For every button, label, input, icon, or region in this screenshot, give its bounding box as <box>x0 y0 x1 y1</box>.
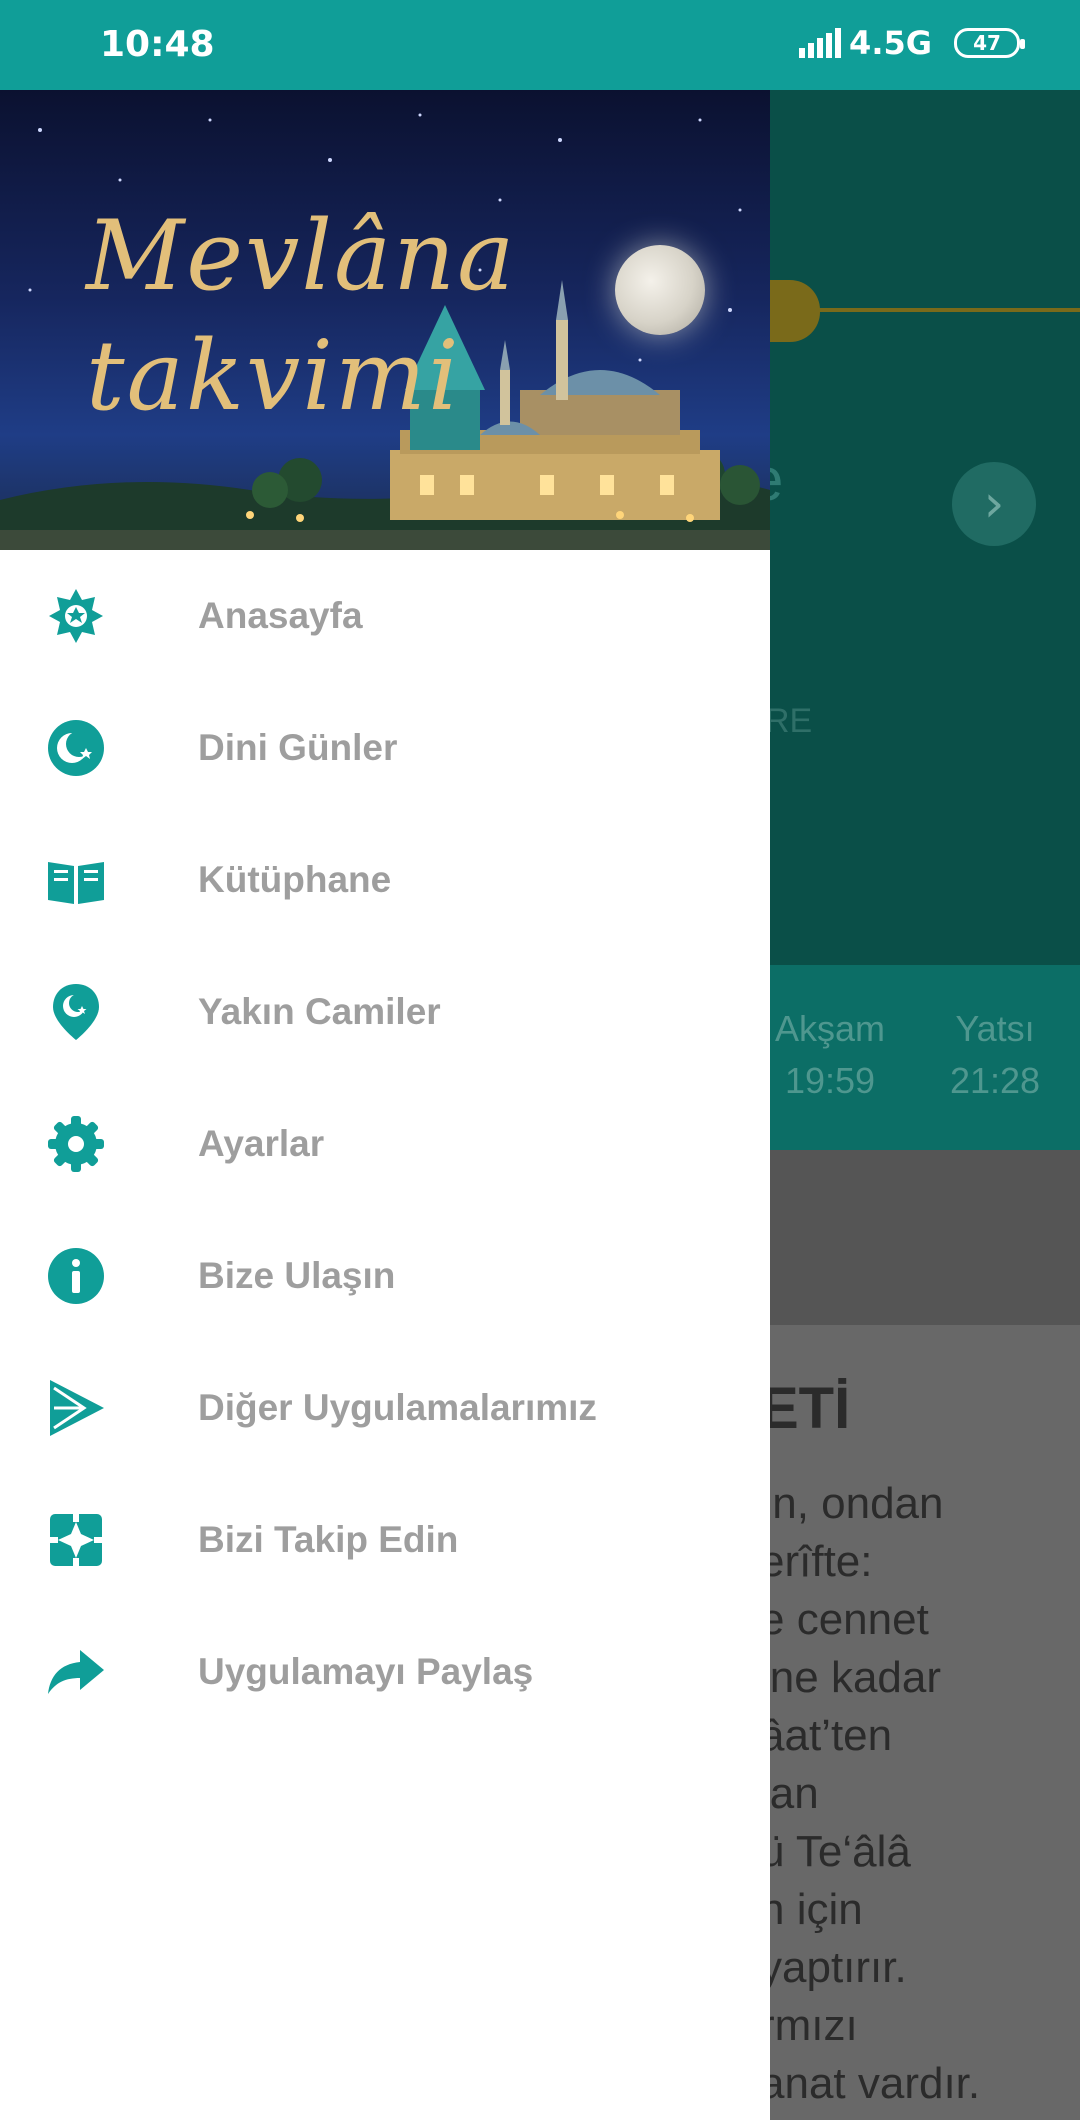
status-indicators: 4.5G 47 <box>799 24 1025 62</box>
article-line: âat’ten <box>760 1711 893 1760</box>
menu-label: Ayarlar <box>198 1123 325 1164</box>
battery-icon: 47 <box>954 28 1025 58</box>
menu-label: Anasayfa <box>198 595 363 636</box>
gear-icon <box>48 1116 104 1172</box>
menu-item-yakin-camiler[interactable]: Yakın Camiler <box>0 946 770 1078</box>
network-type: 4.5G <box>849 24 932 62</box>
menu-label: Bizi Takip Edin <box>198 1519 459 1560</box>
prayer-name: Yatsı <box>955 1008 1035 1049</box>
prayer-time-aksam: Akşam 19:59 <box>760 1003 900 1107</box>
menu-label: Diğer Uygulamalarımız <box>198 1387 597 1428</box>
app-logo-line2: takvimi <box>86 320 461 432</box>
menu-item-anasayfa[interactable]: Anasayfa <box>0 550 770 682</box>
star-ornament-icon <box>49 589 103 643</box>
menu-item-ayarlar[interactable]: Ayarlar <box>0 1078 770 1210</box>
play-store-icon <box>50 1380 104 1436</box>
menu-item-diger-uygulamalar[interactable]: Diğer Uygulamalarımız <box>0 1342 770 1474</box>
menu-item-bize-ulasin[interactable]: Bize Ulaşın <box>0 1210 770 1342</box>
battery-level: 47 <box>973 31 1001 55</box>
menu-label: Dini Günler <box>198 727 398 768</box>
article-title: ETİ <box>760 1376 851 1441</box>
menu-label: Yakın Camiler <box>198 991 441 1032</box>
signal-icon <box>799 28 842 58</box>
prayer-time: 19:59 <box>784 1060 876 1101</box>
menu-item-uygulamayi-paylas[interactable]: Uygulamayı Paylaş <box>0 1606 770 1738</box>
menu-item-bizi-takip-edin[interactable]: Bizi Takip Edin <box>0 1474 770 1606</box>
article-line: rmızı <box>760 2001 858 2050</box>
status-time: 10:48 <box>100 24 215 65</box>
article-line: lan <box>760 1769 819 1818</box>
article-line: ın, ondan <box>760 1479 944 1528</box>
menu-label: Kütüphane <box>198 859 392 900</box>
share-arrow-icon <box>48 1650 104 1694</box>
navigation-drawer: Mevlâna takvimi Anasayfa Dini Günler Küt… <box>0 90 770 2120</box>
menu-item-kutuphane[interactable]: Kütüphane <box>0 814 770 946</box>
article-line: n için <box>760 1885 863 1934</box>
follow-icon <box>50 1514 102 1566</box>
menu-item-dini-gunler[interactable]: Dini Günler <box>0 682 770 814</box>
app-logo-line1: Mevlâna <box>86 200 517 312</box>
drawer-menu: Anasayfa Dini Günler Kütüphane Yakın Cam… <box>0 550 770 1738</box>
menu-label: Bize Ulaşın <box>198 1255 396 1296</box>
location-pin-icon <box>53 984 99 1040</box>
article-line: ine kadar <box>760 1653 942 1702</box>
prayer-name: Akşam <box>774 1008 886 1049</box>
next-arrow-button: › <box>952 462 1036 546</box>
prayer-time-yatsi: Yatsı 21:28 <box>930 1003 1060 1107</box>
menu-label: Uygulamayı Paylaş <box>198 1651 534 1692</box>
info-icon <box>48 1248 104 1304</box>
article-line: anat vardır. <box>760 2059 981 2108</box>
background-partial-label: RE <box>765 702 813 740</box>
article-line: ü Te‘âlâ <box>760 1827 911 1876</box>
prayer-time: 21:28 <box>949 1060 1041 1101</box>
article-line: yaptırır. <box>760 1943 907 1992</box>
article-line: e cennet <box>760 1595 929 1644</box>
status-bar: 10:48 4.5G 47 <box>0 0 1080 90</box>
article-text: ın, ondan erîfte: e cennet ine kadar âat… <box>760 1475 980 2113</box>
article-line: erîfte: <box>760 1537 873 1586</box>
drawer-header: Mevlâna takvimi <box>0 90 770 550</box>
open-book-icon <box>48 862 104 904</box>
crescent-moon-icon <box>48 720 104 776</box>
